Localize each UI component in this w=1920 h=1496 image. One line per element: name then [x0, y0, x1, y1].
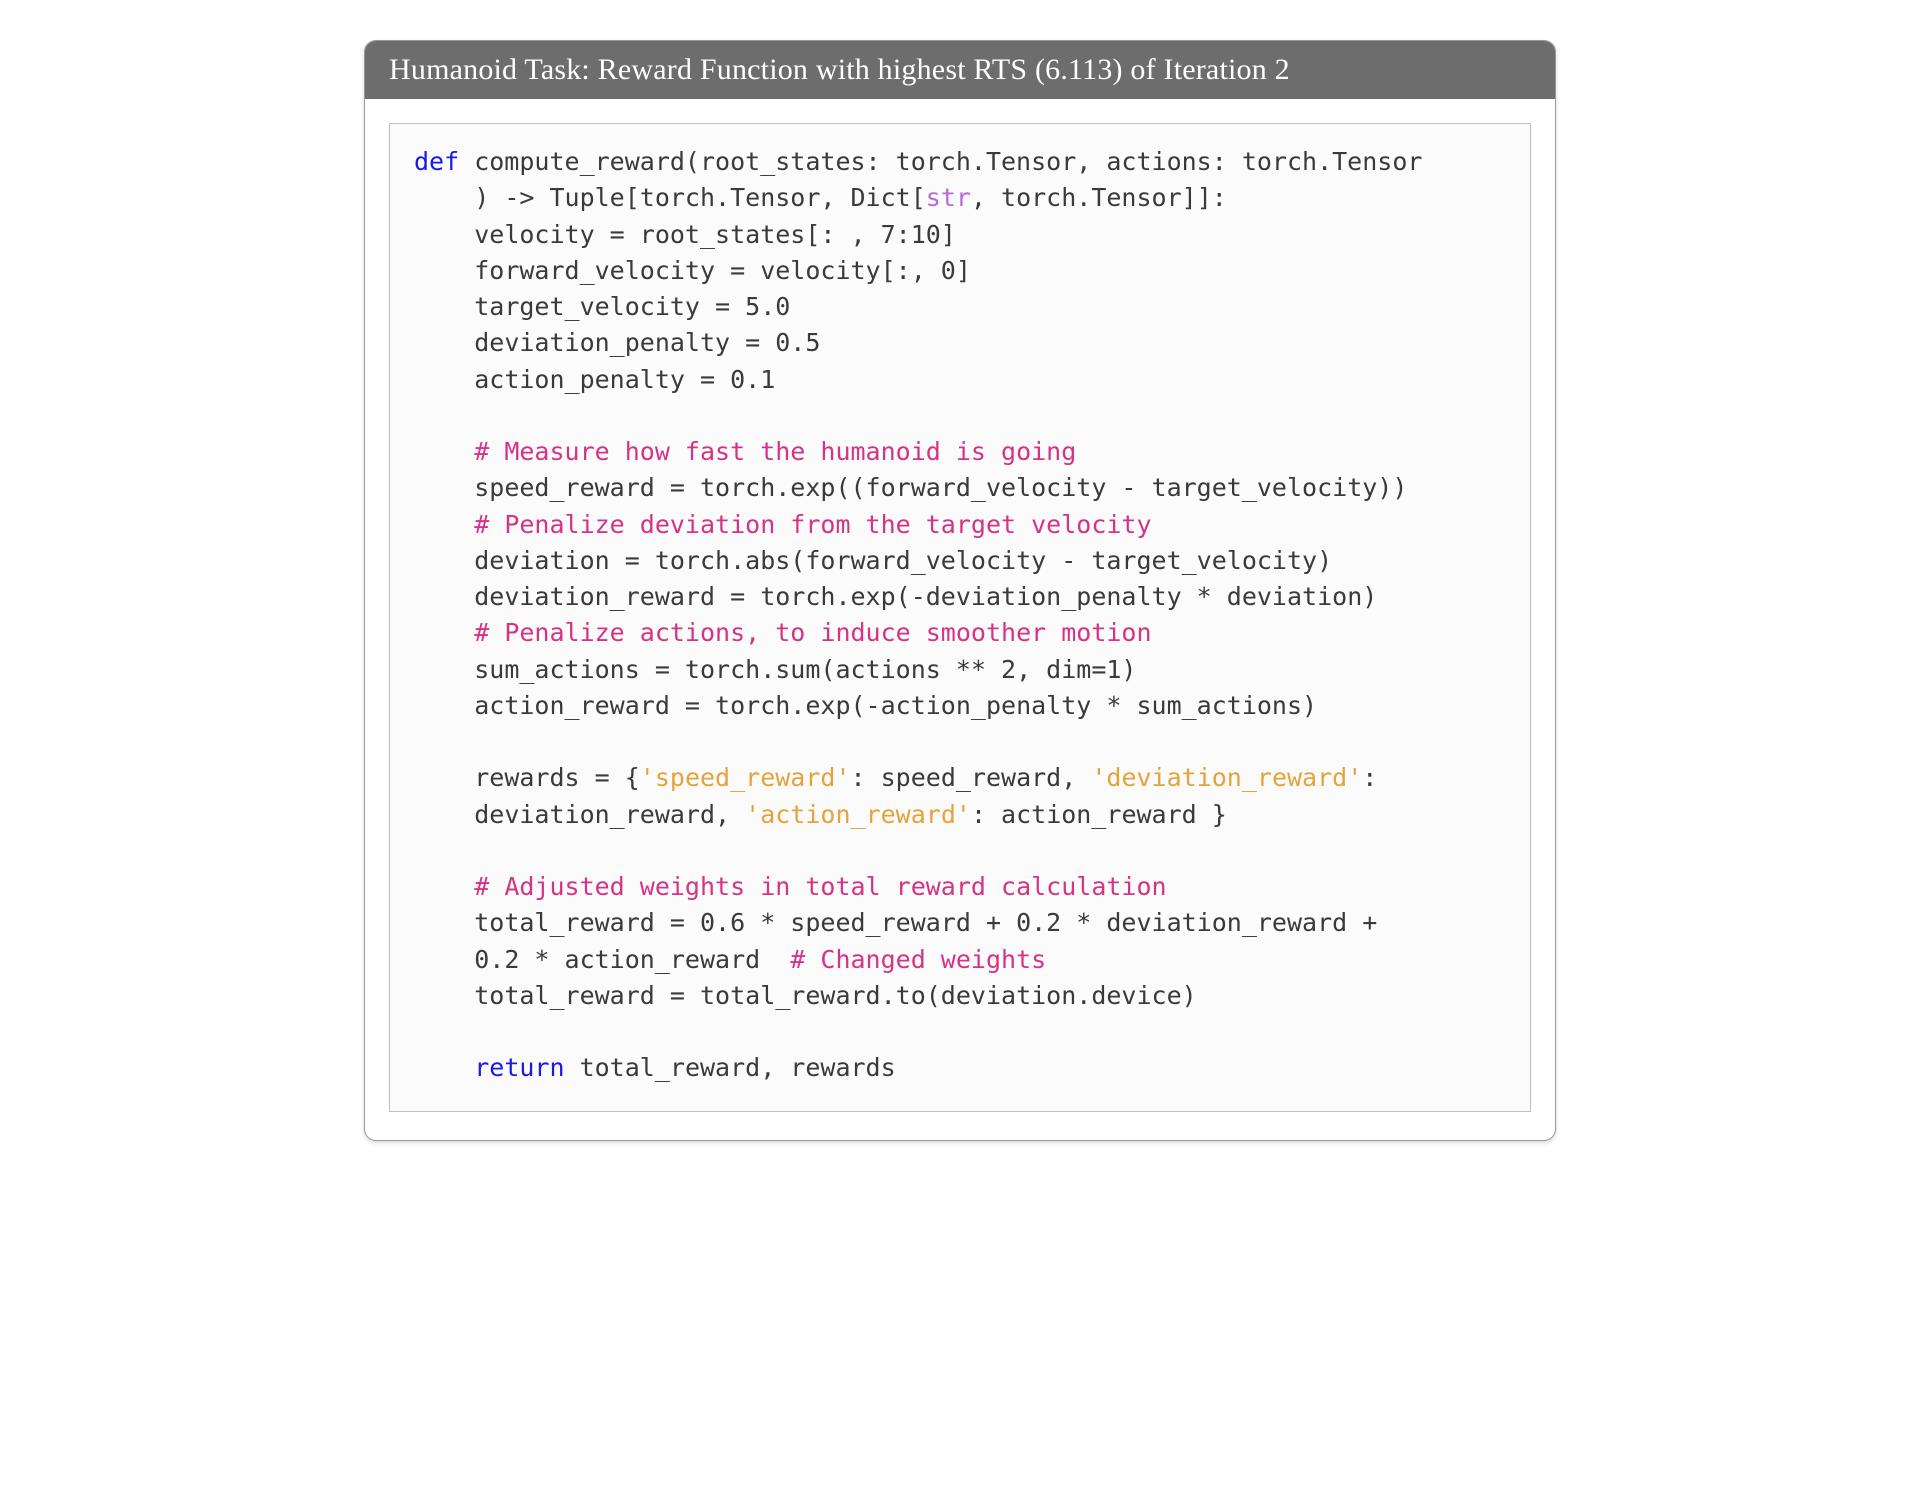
code-token: 'speed_reward' — [640, 763, 851, 792]
code-token: # Penalize actions, to induce smoother m… — [474, 618, 1151, 647]
code-block: def compute_reward(root_states: torch.Te… — [414, 144, 1506, 1087]
code-token: # Changed weights — [790, 945, 1046, 974]
code-token: # Adjusted weights in total reward calcu… — [474, 872, 1166, 901]
code-token: def — [414, 147, 459, 176]
panel-title: Humanoid Task: Reward Function with high… — [365, 41, 1555, 99]
code-token: 'deviation_reward' — [1091, 763, 1362, 792]
code-token: # Measure how fast the humanoid is going — [474, 437, 1076, 466]
code-token: 'action_reward' — [745, 800, 971, 829]
panel-body: def compute_reward(root_states: torch.Te… — [365, 99, 1555, 1140]
code-token: # Penalize deviation from the target vel… — [474, 510, 1151, 539]
code-token: str — [926, 183, 971, 212]
code-container: def compute_reward(root_states: torch.Te… — [389, 123, 1531, 1112]
code-panel: Humanoid Task: Reward Function with high… — [364, 40, 1556, 1141]
code-token: return — [474, 1053, 564, 1082]
